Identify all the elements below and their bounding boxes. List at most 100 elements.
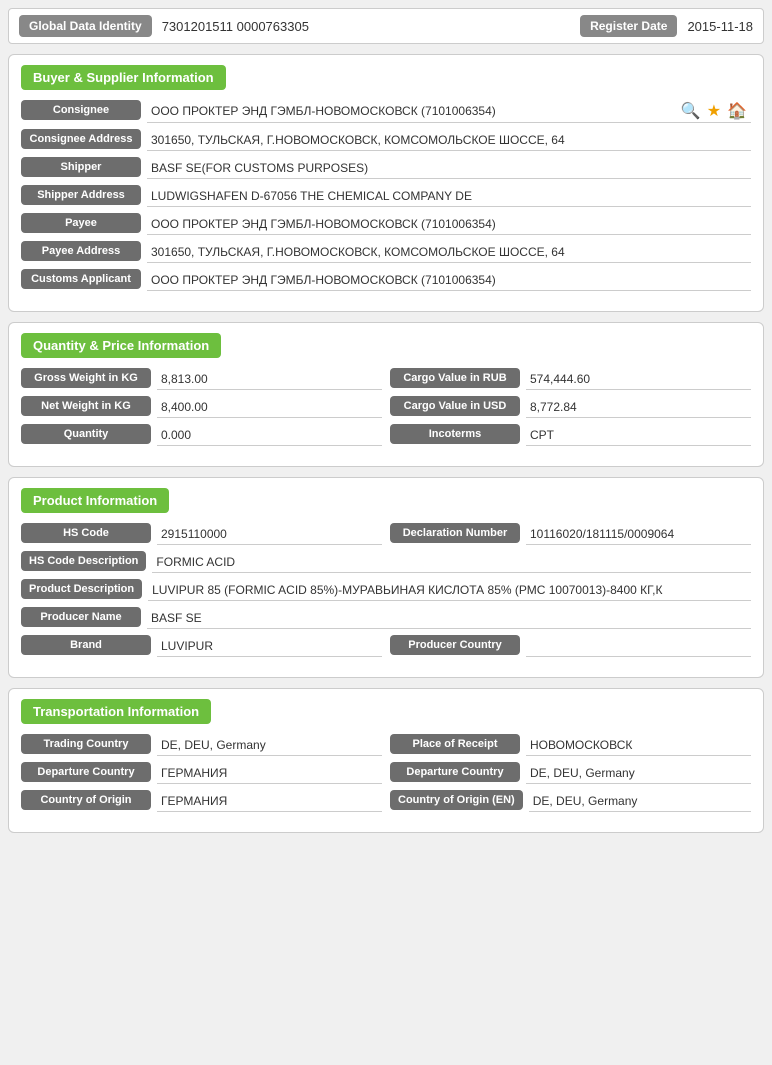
net-weight-value: 8,400.00 xyxy=(157,396,382,418)
gross-weight-col: Gross Weight in KG 8,813.00 xyxy=(21,368,382,390)
customs-applicant-label: Customs Applicant xyxy=(21,269,141,289)
country-of-origin-left-col: Country of Origin ГЕРМАНИЯ xyxy=(21,790,382,812)
buyer-supplier-section: Buyer & Supplier Information Consignee О… xyxy=(8,54,764,312)
incoterms-label: Incoterms xyxy=(390,424,520,444)
product-desc-row: Product Description LUVIPUR 85 (FORMIC A… xyxy=(21,579,751,601)
hs-code-row: HS Code 2915110000 Declaration Number 10… xyxy=(21,523,751,545)
hs-code-desc-label: HS Code Description xyxy=(21,551,146,571)
consignee-row: Consignee ООО ПРОКТЕР ЭНД ГЭМБЛ-НОВОМОСК… xyxy=(21,100,751,123)
producer-country-value xyxy=(526,635,751,657)
global-data-identity-value: 7301201511 0000763305 xyxy=(162,19,570,34)
consignee-label: Consignee xyxy=(21,100,141,120)
quantity-col: Quantity 0.000 xyxy=(21,424,382,446)
customs-applicant-row: Customs Applicant ООО ПРОКТЕР ЭНД ГЭМБЛ-… xyxy=(21,269,751,291)
incoterms-value: CPT xyxy=(526,424,751,446)
brand-col: Brand LUVIPUR xyxy=(21,635,382,657)
producer-name-row: Producer Name BASF SE xyxy=(21,607,751,629)
net-weight-row: Net Weight in KG 8,400.00 Cargo Value in… xyxy=(21,396,751,418)
quantity-row: Quantity 0.000 Incoterms CPT xyxy=(21,424,751,446)
star-icon[interactable]: ★ xyxy=(707,104,721,120)
cargo-value-rub-col: Cargo Value in RUB 574,444.60 xyxy=(390,368,751,390)
quantity-price-section: Quantity & Price Information Gross Weigh… xyxy=(8,322,764,467)
buyer-supplier-title: Buyer & Supplier Information xyxy=(21,65,226,90)
shipper-address-label: Shipper Address xyxy=(21,185,141,205)
consignee-icons: 🔍 ★ 🏠 xyxy=(681,102,747,120)
shipper-value: BASF SE(FOR CUSTOMS PURPOSES) xyxy=(147,157,751,179)
departure-country-left-col: Departure Country ГЕРМАНИЯ xyxy=(21,762,382,784)
product-info-section: Product Information HS Code 2915110000 D… xyxy=(8,477,764,678)
departure-country-right-col: Departure Country DE, DEU, Germany xyxy=(390,762,751,784)
trading-country-col: Trading Country DE, DEU, Germany xyxy=(21,734,382,756)
trading-country-label: Trading Country xyxy=(21,734,151,754)
country-of-origin-right-col: Country of Origin (EN) DE, DEU, Germany xyxy=(390,790,751,812)
consignee-address-value: 301650, ТУЛЬСКАЯ, Г.НОВОМОСКОВСК, КОМСОМ… xyxy=(147,129,751,151)
incoterms-col: Incoterms CPT xyxy=(390,424,751,446)
producer-country-label: Producer Country xyxy=(390,635,520,655)
country-of-origin-row: Country of Origin ГЕРМАНИЯ Country of Or… xyxy=(21,790,751,812)
departure-country-right-label: Departure Country xyxy=(390,762,520,782)
consignee-address-row: Consignee Address 301650, ТУЛЬСКАЯ, Г.НО… xyxy=(21,129,751,151)
country-of-origin-right-label: Country of Origin (EN) xyxy=(390,790,523,810)
gross-weight-value: 8,813.00 xyxy=(157,368,382,390)
declaration-number-value: 10116020/181115/0009064 xyxy=(526,523,751,545)
net-weight-col: Net Weight in KG 8,400.00 xyxy=(21,396,382,418)
transportation-title: Transportation Information xyxy=(21,699,211,724)
top-bar: Global Data Identity 7301201511 00007633… xyxy=(8,8,764,44)
consignee-value: ООО ПРОКТЕР ЭНД ГЭМБЛ-НОВОМОСКОВСК (7101… xyxy=(151,104,681,118)
departure-country-right-value: DE, DEU, Germany xyxy=(526,762,751,784)
payee-address-value: 301650, ТУЛЬСКАЯ, Г.НОВОМОСКОВСК, КОМСОМ… xyxy=(147,241,751,263)
departure-country-left-label: Departure Country xyxy=(21,762,151,782)
consignee-value-wrap: ООО ПРОКТЕР ЭНД ГЭМБЛ-НОВОМОСКОВСК (7101… xyxy=(147,100,751,123)
declaration-number-label: Declaration Number xyxy=(390,523,520,543)
brand-row: Brand LUVIPUR Producer Country xyxy=(21,635,751,657)
global-data-identity-label: Global Data Identity xyxy=(19,15,152,37)
gross-weight-row: Gross Weight in KG 8,813.00 Cargo Value … xyxy=(21,368,751,390)
payee-row: Payee ООО ПРОКТЕР ЭНД ГЭМБЛ-НОВОМОСКОВСК… xyxy=(21,213,751,235)
hs-code-value: 2915110000 xyxy=(157,523,382,545)
payee-address-label: Payee Address xyxy=(21,241,141,261)
gross-weight-label: Gross Weight in KG xyxy=(21,368,151,388)
search-icon[interactable]: 🔍 xyxy=(681,104,701,120)
departure-country-left-value: ГЕРМАНИЯ xyxy=(157,762,382,784)
quantity-price-title: Quantity & Price Information xyxy=(21,333,221,358)
hs-code-desc-value: FORMIC ACID xyxy=(152,551,751,573)
cargo-value-usd-col: Cargo Value in USD 8,772.84 xyxy=(390,396,751,418)
payee-label: Payee xyxy=(21,213,141,233)
register-date-label: Register Date xyxy=(580,15,677,37)
net-weight-label: Net Weight in KG xyxy=(21,396,151,416)
home-icon[interactable]: 🏠 xyxy=(727,104,747,120)
product-info-title: Product Information xyxy=(21,488,169,513)
quantity-label: Quantity xyxy=(21,424,151,444)
quantity-value: 0.000 xyxy=(157,424,382,446)
declaration-number-col: Declaration Number 10116020/181115/00090… xyxy=(390,523,751,545)
cargo-value-usd-label: Cargo Value in USD xyxy=(390,396,520,416)
place-of-receipt-col: Place of Receipt НОВОМОСКОВСК xyxy=(390,734,751,756)
cargo-value-usd-value: 8,772.84 xyxy=(526,396,751,418)
country-of-origin-left-label: Country of Origin xyxy=(21,790,151,810)
payee-value: ООО ПРОКТЕР ЭНД ГЭМБЛ-НОВОМОСКОВСК (7101… xyxy=(147,213,751,235)
place-of-receipt-value: НОВОМОСКОВСК xyxy=(526,734,751,756)
place-of-receipt-label: Place of Receipt xyxy=(390,734,520,754)
hs-code-desc-row: HS Code Description FORMIC ACID xyxy=(21,551,751,573)
customs-applicant-value: ООО ПРОКТЕР ЭНД ГЭМБЛ-НОВОМОСКОВСК (7101… xyxy=(147,269,751,291)
consignee-address-label: Consignee Address xyxy=(21,129,141,149)
departure-country-row: Departure Country ГЕРМАНИЯ Departure Cou… xyxy=(21,762,751,784)
trading-country-row: Trading Country DE, DEU, Germany Place o… xyxy=(21,734,751,756)
shipper-row: Shipper BASF SE(FOR CUSTOMS PURPOSES) xyxy=(21,157,751,179)
shipper-address-value: LUDWIGSHAFEN D-67056 THE CHEMICAL COMPAN… xyxy=(147,185,751,207)
trading-country-value: DE, DEU, Germany xyxy=(157,734,382,756)
shipper-address-row: Shipper Address LUDWIGSHAFEN D-67056 THE… xyxy=(21,185,751,207)
hs-code-col: HS Code 2915110000 xyxy=(21,523,382,545)
register-date-value: 2015-11-18 xyxy=(687,19,753,34)
country-of-origin-left-value: ГЕРМАНИЯ xyxy=(157,790,382,812)
cargo-value-rub-label: Cargo Value in RUB xyxy=(390,368,520,388)
transportation-section: Transportation Information Trading Count… xyxy=(8,688,764,833)
country-of-origin-right-value: DE, DEU, Germany xyxy=(529,790,751,812)
brand-value: LUVIPUR xyxy=(157,635,382,657)
producer-country-col: Producer Country xyxy=(390,635,751,657)
producer-name-label: Producer Name xyxy=(21,607,141,627)
product-desc-value: LUVIPUR 85 (FORMIC ACID 85%)-МУРАВЬИНАЯ … xyxy=(148,579,751,601)
payee-address-row: Payee Address 301650, ТУЛЬСКАЯ, Г.НОВОМО… xyxy=(21,241,751,263)
producer-name-value: BASF SE xyxy=(147,607,751,629)
product-desc-label: Product Description xyxy=(21,579,142,599)
